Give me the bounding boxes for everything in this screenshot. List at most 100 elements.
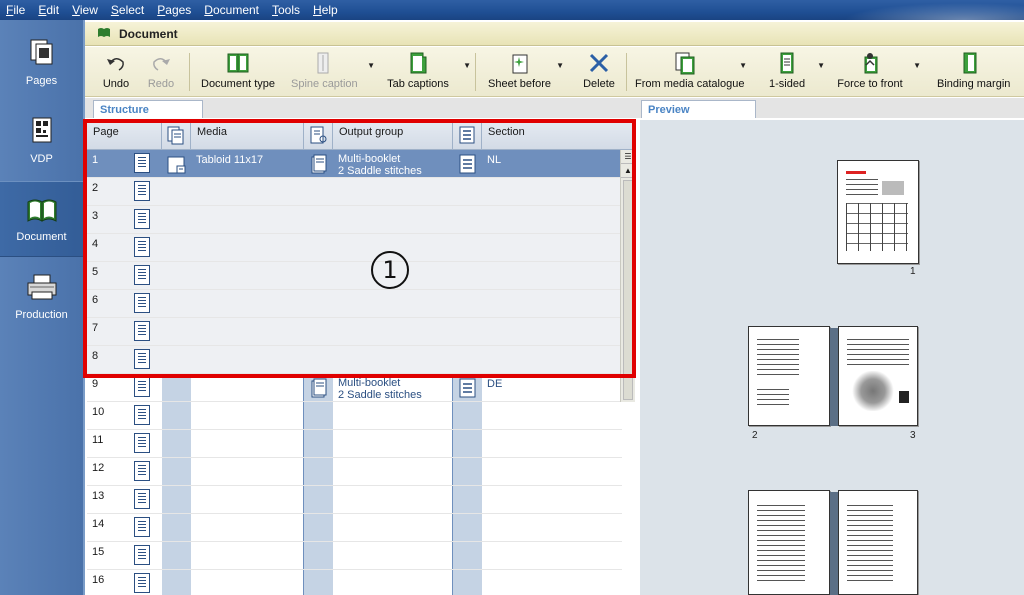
document-panel: Document Undo Redo Document type Spine c… <box>83 20 1024 595</box>
column-header-page[interactable]: Page <box>87 120 162 150</box>
toolbar-separator <box>189 53 190 91</box>
sheet-before-button[interactable]: Sheet before ▼ <box>488 51 564 95</box>
table-row[interactable]: 12 <box>87 458 622 486</box>
nav-vdp[interactable]: VDP <box>0 104 83 180</box>
nav-vdp-label: VDP <box>30 153 53 165</box>
menu-edit[interactable]: Edit <box>38 3 59 17</box>
tab-captions-label: Tab captions <box>387 78 449 90</box>
section-header-icon[interactable] <box>453 120 482 150</box>
document-header: Document <box>85 22 1024 46</box>
nav-document[interactable]: Document <box>0 181 83 257</box>
section-icon <box>453 374 482 402</box>
page-icon <box>134 545 150 565</box>
tab-preview[interactable]: Preview <box>641 100 756 118</box>
menu-pages[interactable]: Pages <box>157 3 191 17</box>
page-number: 15 <box>92 546 105 558</box>
chevron-down-icon[interactable]: ▼ <box>913 61 921 70</box>
output-group-cell: Multi-booklet 2 Saddle stitches <box>333 150 453 178</box>
table-row[interactable]: 4 <box>87 234 622 262</box>
preview-page-thumbnail[interactable] <box>838 490 918 595</box>
binding-margin-button[interactable]: Binding margin <box>937 51 1010 95</box>
book-icon <box>25 194 59 226</box>
page-number: 9 <box>92 378 99 390</box>
vdp-icon <box>25 116 59 148</box>
nav-production[interactable]: Production <box>0 260 83 336</box>
printer-icon <box>25 272 59 304</box>
output-group-cell: Multi-booklet 2 Saddle stitches <box>333 374 453 402</box>
table-row[interactable]: 5 <box>87 262 622 290</box>
section-cell: DE <box>487 378 503 390</box>
menu-help[interactable]: Help <box>313 3 338 17</box>
undo-button[interactable]: Undo <box>101 51 131 95</box>
chevron-down-icon[interactable]: ▼ <box>739 61 747 70</box>
column-header-section[interactable]: Section <box>482 120 635 150</box>
scroll-up-icon[interactable]: ▲ <box>621 164 635 178</box>
preview-page-thumbnail[interactable] <box>838 326 918 426</box>
tab-structure[interactable]: Structure <box>93 100 203 118</box>
redo-button[interactable]: Redo <box>146 51 176 95</box>
scroll-thumb[interactable] <box>623 180 633 400</box>
nav-pages-label: Pages <box>25 75 58 87</box>
one-sided-icon <box>769 51 805 75</box>
thumbnail-diagram <box>846 203 908 251</box>
chevron-down-icon[interactable]: ▼ <box>463 61 471 70</box>
menu-document[interactable]: Document <box>204 3 259 17</box>
column-header-output-group[interactable]: Output group <box>333 120 453 150</box>
table-row[interactable]: 3 <box>87 206 622 234</box>
table-row[interactable]: 7 <box>87 318 622 346</box>
from-media-catalogue-label: From media catalogue <box>635 78 745 90</box>
document-type-button[interactable]: Document type <box>201 51 275 95</box>
page-icon <box>134 405 150 425</box>
vertical-scrollbar[interactable]: ☰ ▲ <box>620 150 635 402</box>
table-row[interactable]: 8 <box>87 346 622 374</box>
page-icon <box>134 573 150 593</box>
column-header-media[interactable]: Media <box>191 120 304 150</box>
tab-captions-button[interactable]: Tab captions ▼ <box>387 51 471 95</box>
table-row[interactable]: 16 <box>87 570 622 595</box>
tab-strip: Structure Preview <box>85 98 1024 118</box>
menubar-decoration <box>824 0 1024 20</box>
table-row[interactable]: 11 <box>87 430 622 458</box>
menu-view[interactable]: View <box>72 3 98 17</box>
media-header-icon[interactable] <box>162 120 191 150</box>
sheet-before-icon <box>488 51 550 75</box>
media-catalogue-icon <box>635 51 735 75</box>
nav-pages[interactable]: Pages <box>0 26 83 102</box>
table-row[interactable]: 10 <box>87 402 622 430</box>
output-group-header-icon[interactable] <box>304 120 333 150</box>
preview-page-thumbnail[interactable] <box>748 326 830 426</box>
page-icon <box>134 349 150 369</box>
chevron-down-icon[interactable]: ▼ <box>556 61 564 70</box>
from-media-catalogue-button[interactable]: From media catalogue ▼ <box>635 51 747 95</box>
menu-tools[interactable]: Tools <box>272 3 300 17</box>
menu-file[interactable]: File <box>6 3 25 17</box>
menu-select[interactable]: Select <box>111 3 144 17</box>
delete-button[interactable]: Delete <box>583 51 615 95</box>
table-row[interactable]: 15 <box>87 542 622 570</box>
table-row[interactable]: 13 <box>87 486 622 514</box>
one-sided-button[interactable]: 1-sided ▼ <box>769 51 825 95</box>
chevron-down-icon[interactable]: ▼ <box>367 61 375 70</box>
spine-caption-button[interactable]: Spine caption ▼ <box>291 51 375 95</box>
table-row[interactable]: 2 <box>87 178 622 206</box>
scroll-top-icon[interactable]: ☰ <box>621 150 635 164</box>
delete-icon <box>583 51 615 75</box>
toolbar-separator <box>626 53 627 91</box>
table-row[interactable]: 9 Multi-booklet 2 Saddle stitches DE <box>87 374 622 402</box>
thumbnail-text <box>847 505 893 585</box>
thumbnail-text <box>757 505 805 585</box>
page-number: 14 <box>92 518 105 530</box>
page-number: 7 <box>92 322 99 334</box>
table-row[interactable]: 6 <box>87 290 622 318</box>
table-row[interactable]: 14 <box>87 514 622 542</box>
table-row[interactable]: 1 Tabloid 11x17 Multi-booklet 2 Saddle s… <box>87 150 622 178</box>
thumbnail-image <box>882 181 904 195</box>
section-cell: NL <box>487 154 502 166</box>
preview-page-thumbnail[interactable] <box>837 160 919 264</box>
chevron-down-icon[interactable]: ▼ <box>817 61 825 70</box>
page-number: 10 <box>92 406 105 418</box>
one-sided-label: 1-sided <box>769 78 806 90</box>
preview-page-thumbnail[interactable] <box>748 490 830 595</box>
force-to-front-button[interactable]: Force to front ▼ <box>837 51 921 95</box>
page-title: Document <box>119 26 178 41</box>
